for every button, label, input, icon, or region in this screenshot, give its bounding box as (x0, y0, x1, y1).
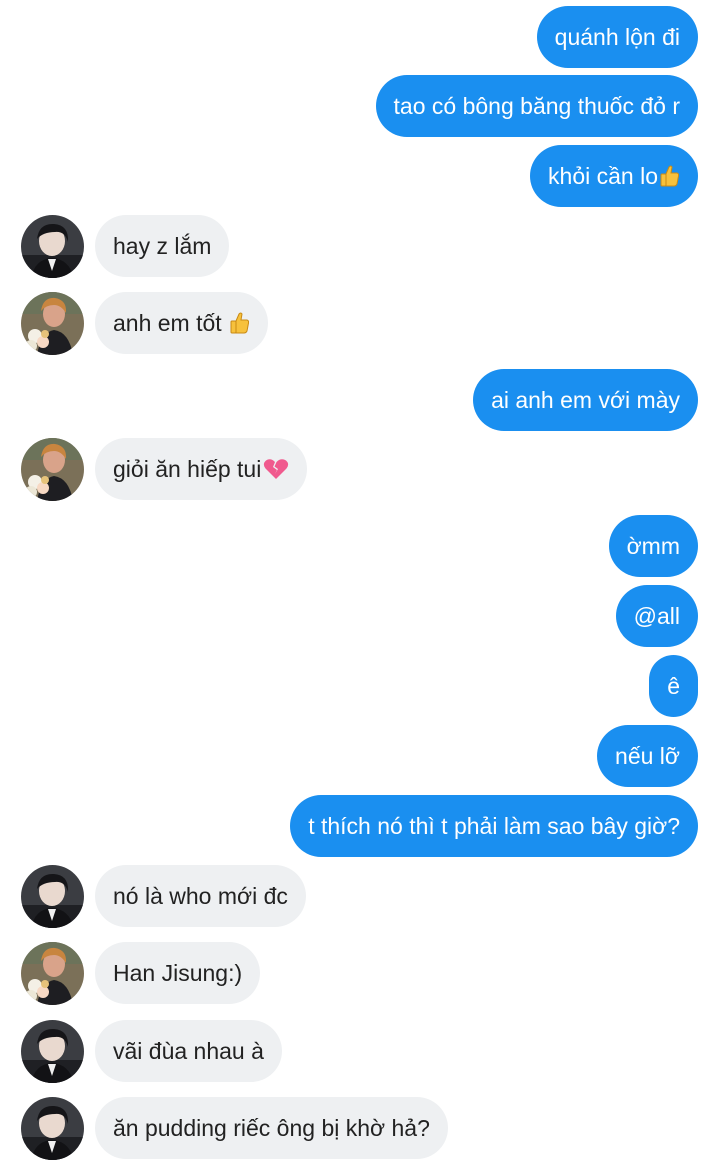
avatar[interactable] (21, 215, 84, 278)
incoming-message[interactable]: Han Jisung:) (95, 942, 261, 1004)
message-text: khỏi cần lo (548, 163, 658, 189)
message-text: giỏi ăn hiếp tui (113, 456, 262, 482)
avatar[interactable] (21, 1097, 84, 1160)
incoming-message[interactable]: giỏi ăn hiếp tui (95, 438, 308, 503)
outgoing-message[interactable]: ai anh em với mày (473, 369, 698, 431)
outgoing-message[interactable]: quánh lộn đi (536, 6, 698, 68)
message-text: @all (633, 603, 680, 629)
broken-heart-icon (263, 441, 289, 503)
thumbs-up-icon (230, 295, 250, 357)
outgoing-message[interactable]: nếu lỡ (597, 725, 698, 787)
incoming-message[interactable]: nó là who mới đc (95, 865, 306, 927)
outgoing-message[interactable]: ờmm (608, 515, 698, 577)
message-text: ăn pudding riếc ông bị khờ hả? (113, 1115, 430, 1141)
message-text: hay z lắm (113, 233, 212, 259)
outgoing-message[interactable]: t thích nó thì t phải làm sao bây giờ? (290, 795, 698, 857)
message-text: t thích nó thì t phải làm sao bây giờ? (308, 813, 680, 839)
message-text: ê (667, 673, 680, 699)
message-text: vãi đùa nhau à (113, 1038, 264, 1064)
message-text: tao có bông băng thuốc đỏ r (393, 93, 680, 119)
message-text: anh em tốt (113, 310, 222, 336)
message-text: nó là who mới đc (113, 883, 288, 909)
outgoing-message[interactable]: @all (615, 585, 698, 647)
message-text: ai anh em với mày (491, 387, 680, 413)
avatar[interactable] (21, 292, 84, 355)
incoming-message[interactable]: ăn pudding riếc ông bị khờ hả? (95, 1097, 448, 1159)
message-text: ờmm (626, 533, 680, 559)
avatar[interactable] (21, 1020, 84, 1083)
avatar[interactable] (21, 865, 84, 928)
message-text: quánh lộn đi (554, 24, 680, 50)
avatar[interactable] (21, 438, 84, 501)
message-text: nếu lỡ (615, 743, 680, 769)
incoming-message[interactable]: anh em tốt (95, 292, 269, 357)
incoming-message[interactable]: hay z lắm (95, 215, 230, 277)
outgoing-message[interactable]: ê (649, 655, 698, 717)
avatar[interactable] (21, 942, 84, 1005)
thumbs-up-icon (660, 148, 680, 210)
outgoing-message[interactable]: tao có bông băng thuốc đỏ r (375, 75, 698, 137)
outgoing-message[interactable]: khỏi cần lo (530, 145, 698, 207)
incoming-message[interactable]: vãi đùa nhau à (95, 1020, 282, 1082)
message-text: Han Jisung:) (113, 960, 243, 986)
